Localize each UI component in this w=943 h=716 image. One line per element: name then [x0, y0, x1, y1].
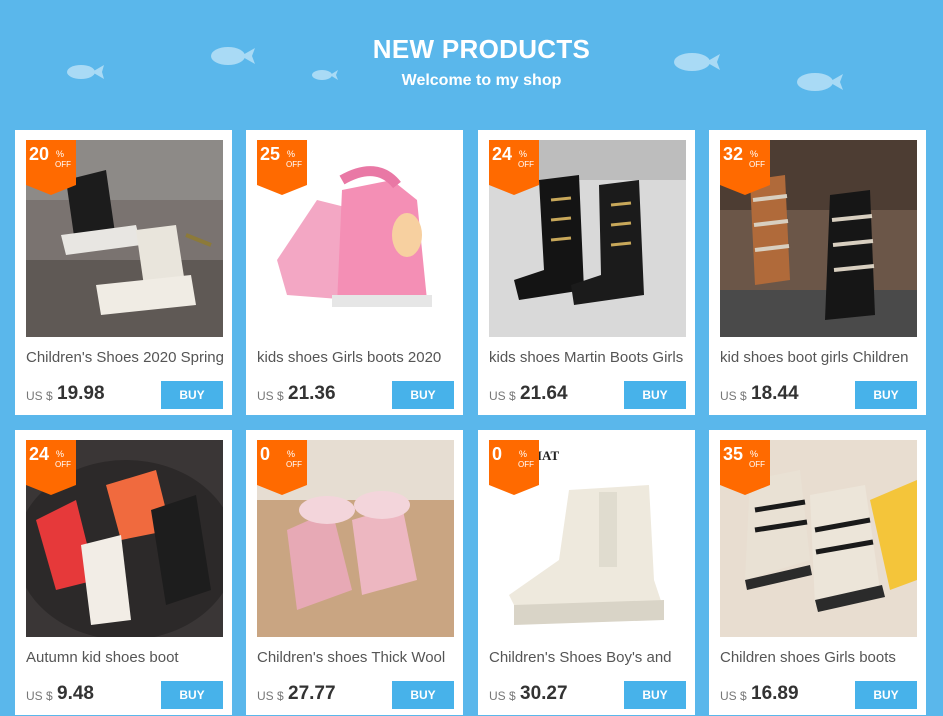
discount-badge: 0 % OFF: [489, 440, 539, 495]
discount-badge: 25 % OFF: [257, 140, 307, 195]
price-currency: US $: [26, 689, 53, 703]
price-value: 19.98: [57, 383, 105, 404]
off-label: OFF: [286, 460, 302, 469]
off-label: OFF: [55, 460, 71, 469]
discount-badge: 32 % OFF: [720, 140, 770, 195]
discount-badge: 24 % OFF: [489, 140, 539, 195]
product-image[interactable]: 20 % OFF: [26, 140, 223, 337]
product-name[interactable]: Children's shoes Thick Wool: [257, 649, 457, 666]
discount-badge: 24 % OFF: [26, 440, 76, 495]
price-value: 18.44: [751, 383, 799, 404]
buy-button[interactable]: BUY: [855, 381, 917, 409]
off-label: OFF: [518, 460, 534, 469]
percent-sign: %: [56, 149, 65, 159]
discount-badge: 0 % OFF: [257, 440, 307, 495]
discount-value: 35: [723, 444, 744, 464]
product-image[interactable]: IAT 0 % OFF: [489, 440, 686, 637]
price-value: 9.48: [57, 683, 94, 704]
price-value: 21.64: [520, 383, 568, 404]
image-text: IAT: [537, 448, 560, 463]
product-name[interactable]: kids shoes Martin Boots Girls: [489, 349, 689, 366]
buy-button[interactable]: BUY: [855, 681, 917, 709]
product-card[interactable]: 0 % OFF Children's shoes Thick Wool US $…: [246, 430, 463, 715]
percent-sign: %: [519, 449, 528, 459]
percent-sign: %: [519, 149, 528, 159]
off-label: OFF: [55, 160, 71, 169]
off-label: OFF: [749, 160, 765, 169]
product-image[interactable]: 35 % OFF: [720, 440, 917, 637]
price-currency: US $: [720, 689, 747, 703]
price-value: 30.27: [520, 683, 568, 704]
price-value: 21.36: [288, 383, 336, 404]
product-card[interactable]: 35 % OFF Children shoes Girls boots US $…: [709, 430, 926, 715]
product-name[interactable]: kid shoes boot girls Children: [720, 349, 920, 366]
product-card[interactable]: IAT 0 % OFF Children's Shoes Boy's and U…: [478, 430, 695, 715]
price-currency: US $: [257, 389, 284, 403]
price-currency: US $: [26, 389, 53, 403]
discount-value: 24: [492, 144, 513, 164]
page-subtitle: Welcome to my shop: [401, 72, 562, 89]
product-name[interactable]: Autumn kid shoes boot: [26, 649, 226, 666]
percent-sign: %: [56, 449, 65, 459]
price-currency: US $: [489, 689, 516, 703]
percent-sign: %: [287, 449, 296, 459]
product-card[interactable]: 25 % OFF kids shoes Girls boots 2020 US …: [246, 130, 463, 415]
off-label: OFF: [749, 460, 765, 469]
shop-header: NEW PRODUCTS Welcome to my shop: [0, 0, 943, 130]
product-image[interactable]: 25 % OFF: [257, 140, 454, 337]
product-image[interactable]: 24 % OFF: [489, 140, 686, 337]
product-card[interactable]: 24 % OFF Autumn kid shoes boot US $ 9.48…: [15, 430, 232, 715]
discount-value: 24: [29, 444, 50, 464]
buy-button[interactable]: BUY: [624, 381, 686, 409]
page-title: NEW PRODUCTS: [372, 34, 591, 64]
off-label: OFF: [518, 160, 534, 169]
product-name[interactable]: Children shoes Girls boots: [720, 649, 920, 666]
product-image[interactable]: 24 % OFF: [26, 440, 223, 637]
product-card[interactable]: 24 % OFF kids shoes Martin Boots Girls U…: [478, 130, 695, 415]
buy-button[interactable]: BUY: [392, 381, 454, 409]
buy-button[interactable]: BUY: [161, 681, 223, 709]
price-value: 16.89: [751, 683, 799, 704]
price-currency: US $: [257, 689, 284, 703]
buy-button[interactable]: BUY: [392, 681, 454, 709]
product-name[interactable]: Children's Shoes 2020 Spring: [26, 349, 226, 366]
discount-value: 25: [260, 144, 281, 164]
buy-button[interactable]: BUY: [161, 381, 223, 409]
product-card[interactable]: 32 % OFF kid shoes boot girls Children U…: [709, 130, 926, 415]
discount-value: 32: [723, 144, 744, 164]
price-currency: US $: [720, 389, 747, 403]
percent-sign: %: [750, 449, 759, 459]
product-image[interactable]: 0 % OFF: [257, 440, 454, 637]
discount-value: 0: [260, 444, 271, 464]
discount-value: 0: [492, 444, 503, 464]
discount-badge: 35 % OFF: [720, 440, 770, 495]
off-label: OFF: [286, 160, 302, 169]
product-image[interactable]: 32 % OFF: [720, 140, 917, 337]
product-name[interactable]: Children's Shoes Boy's and: [489, 649, 689, 666]
percent-sign: %: [750, 149, 759, 159]
price-value: 27.77: [288, 683, 336, 704]
percent-sign: %: [287, 149, 296, 159]
discount-value: 20: [29, 144, 50, 164]
product-name[interactable]: kids shoes Girls boots 2020: [257, 349, 457, 366]
product-card[interactable]: 20 % OFF Children's Shoes 2020 Spring US…: [15, 130, 232, 415]
buy-button[interactable]: BUY: [624, 681, 686, 709]
discount-badge: 20 % OFF: [26, 140, 76, 195]
price-currency: US $: [489, 389, 516, 403]
